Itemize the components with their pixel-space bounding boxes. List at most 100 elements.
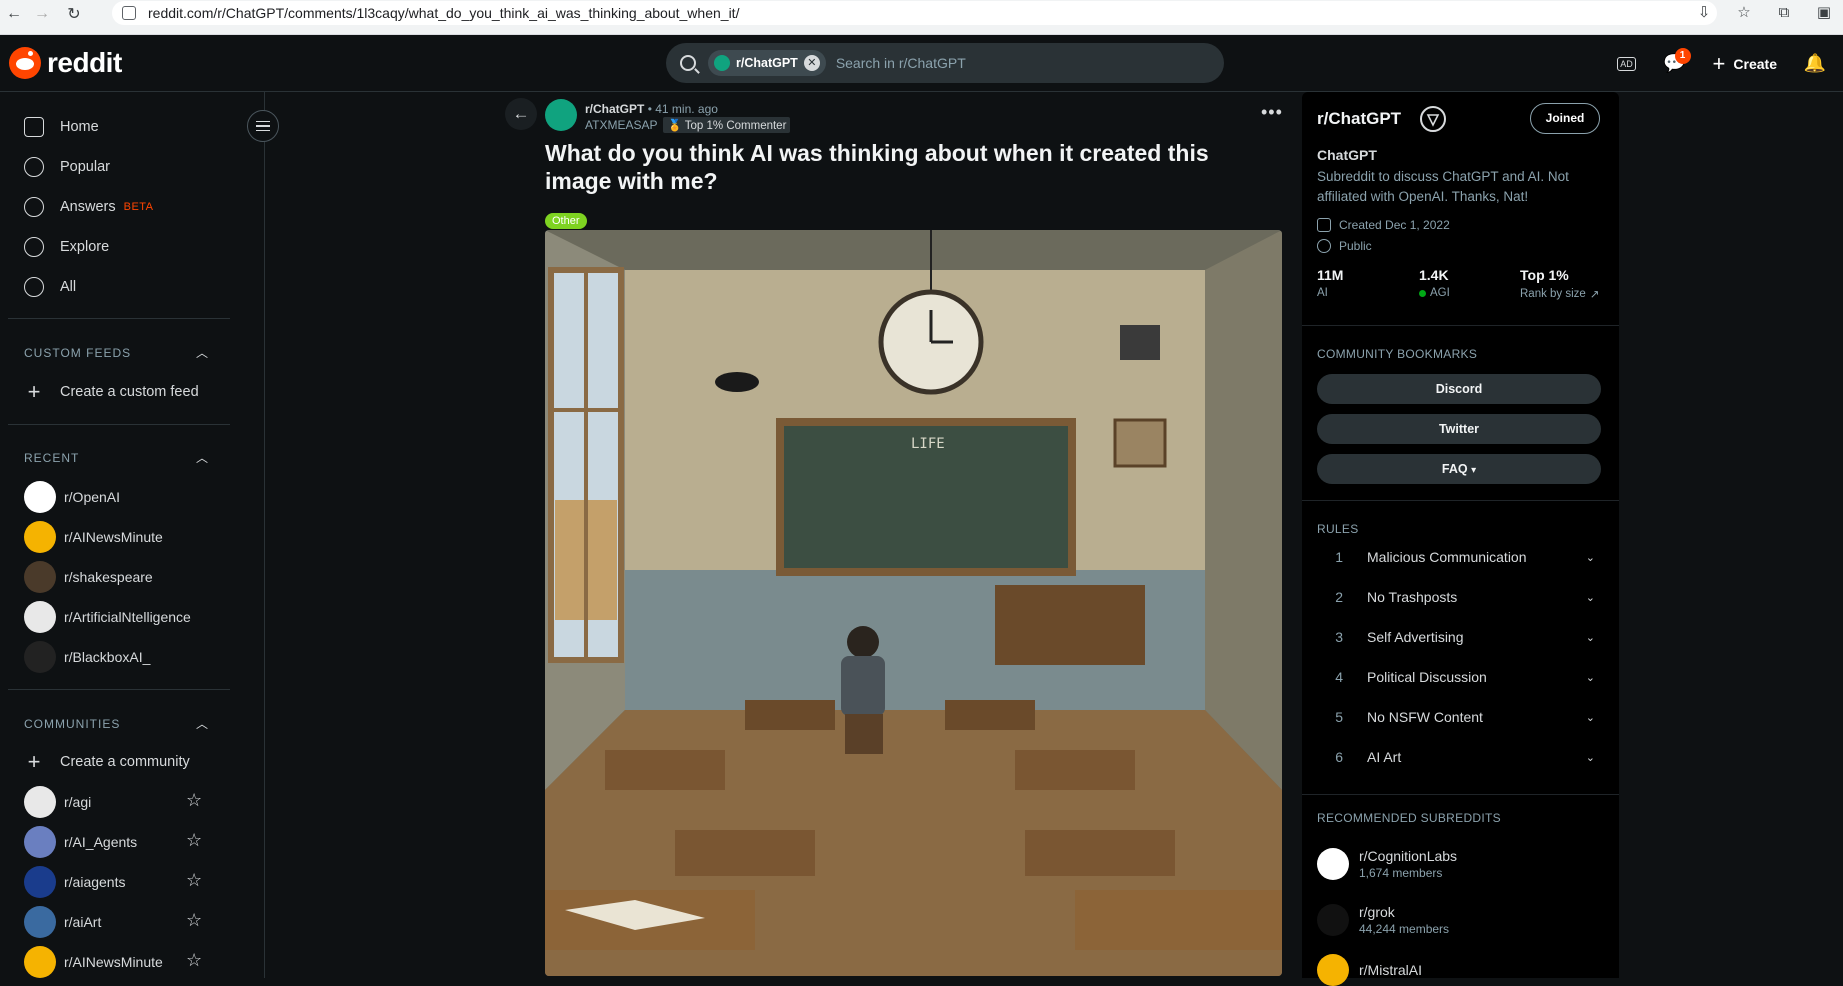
chevron-up-icon[interactable]: ︿ [196, 715, 208, 732]
search-input[interactable]: Search in r/ChatGPT [836, 55, 966, 71]
chevron-down-icon: ⌄ [1585, 751, 1595, 764]
extensions-icon[interactable]: ⧉ [1775, 4, 1793, 21]
nav-home[interactable]: Home [24, 107, 99, 147]
install-icon[interactable]: ⇩ [1695, 3, 1713, 21]
bookmark-twitter-button[interactable]: Twitter [1317, 414, 1601, 444]
recent-item[interactable]: r/OpenAI [24, 479, 120, 515]
rule-item[interactable]: 6 AI Art ⌄ [1317, 740, 1601, 774]
chevron-down-icon: ⌄ [1585, 591, 1595, 604]
rule-number: 3 [1335, 629, 1343, 645]
site-info-icon[interactable] [122, 6, 136, 20]
recommended-item[interactable]: r/grok 44,244 members [1317, 904, 1449, 936]
post-meta: r/ChatGPT • 41 min. ago [585, 102, 718, 116]
explore-icon [24, 237, 44, 257]
recent-item[interactable]: r/BlackboxAI_ [24, 639, 150, 675]
recommended-item[interactable]: r/MistralAI [1317, 954, 1422, 986]
browser-back-icon[interactable]: ← [0, 0, 28, 28]
menu-icon-line [256, 129, 270, 132]
nav-all[interactable]: All [24, 267, 76, 307]
sub-name: r/OpenAI [64, 489, 121, 505]
popular-icon [24, 157, 44, 177]
reddit-snoo-icon [9, 47, 41, 79]
cake-icon [1317, 218, 1331, 232]
reddit-logo[interactable]: reddit [9, 47, 122, 79]
user-flair: 🏅 Top 1% Commenter [663, 117, 791, 133]
stat-label-text: AGI [1430, 287, 1450, 299]
favorite-star-icon[interactable]: ☆ [186, 870, 202, 891]
address-bar[interactable]: reddit.com/r/ChatGPT/comments/1l3caqy/wh… [112, 1, 1717, 25]
create-community[interactable]: + Create a community [24, 742, 190, 782]
recent-item[interactable]: r/ArtificialNtelligence [24, 599, 191, 635]
rule-item[interactable]: 1 Malicious Communication ⌄ [1317, 540, 1601, 574]
community-item[interactable]: r/aiArt [24, 904, 101, 940]
subreddit-avatar [24, 946, 56, 978]
favorite-star-icon[interactable]: ☆ [186, 790, 202, 811]
sidebar-toggle-button[interactable] [247, 110, 279, 142]
bookmark-discord-button[interactable]: Discord [1317, 374, 1601, 404]
chevron-down-icon: ⌄ [1585, 711, 1595, 724]
rule-item[interactable]: 4 Political Discussion ⌄ [1317, 660, 1601, 694]
profile-icon[interactable]: ▣ [1815, 3, 1833, 21]
chevron-up-icon[interactable]: ︿ [196, 344, 208, 361]
advertise-icon[interactable]: AD [1609, 46, 1645, 82]
post-flair[interactable]: Other [545, 213, 587, 229]
back-button[interactable]: ← [505, 98, 537, 130]
community-item[interactable]: r/AI_Agents [24, 824, 137, 860]
chevron-up-icon[interactable]: ︿ [196, 449, 208, 466]
subreddit-avatar [1317, 954, 1349, 986]
bookmark-star-icon[interactable]: ☆ [1735, 3, 1753, 21]
recent-title[interactable]: RECENT [24, 451, 79, 465]
rule-number: 6 [1335, 749, 1343, 765]
chat-icon[interactable]: 💬 1 [1657, 46, 1693, 82]
community-item[interactable]: r/agi [24, 784, 91, 820]
clear-scope-icon[interactable]: ✕ [803, 55, 820, 71]
favorite-star-icon[interactable]: ☆ [186, 830, 202, 851]
nav-answers[interactable]: Answers BETA [24, 187, 154, 227]
recommended-name: r/CognitionLabs [1359, 848, 1458, 864]
subreddit-avatar [24, 866, 56, 898]
browser-reload-icon[interactable]: ↻ [60, 0, 88, 28]
chevron-down-icon: ⌄ [1585, 671, 1595, 684]
post-subreddit-link[interactable]: r/ChatGPT [585, 102, 644, 116]
chevron-down-icon: ⌄ [1585, 631, 1595, 644]
post-author[interactable]: ATXMEASAP [585, 118, 657, 132]
community-item[interactable]: r/aiagents [24, 864, 125, 900]
bell-icon[interactable]: 🔔 [1797, 46, 1833, 82]
chatgpt-logo-icon [1420, 106, 1446, 132]
joined-button[interactable]: Joined [1530, 103, 1600, 134]
divider [8, 689, 230, 690]
browser-forward-icon[interactable]: → [28, 0, 56, 28]
post-image[interactable]: LIFE [545, 230, 1282, 976]
rule-item[interactable]: 5 No NSFW Content ⌄ [1317, 700, 1601, 734]
rule-text: AI Art [1367, 749, 1402, 765]
favorite-star-icon[interactable]: ☆ [186, 950, 202, 971]
recent-item[interactable]: r/shakespeare [24, 559, 153, 595]
stat-label[interactable]: Rank by size ↗ [1520, 287, 1599, 301]
nav-explore[interactable]: Explore [24, 227, 109, 267]
search-bar[interactable]: r/ChatGPT ✕ Search in r/ChatGPT [666, 43, 1224, 83]
recent-item[interactable]: r/AINewsMinute [24, 519, 163, 555]
favorite-star-icon[interactable]: ☆ [186, 910, 202, 931]
subreddit-avatar[interactable] [545, 99, 577, 131]
rule-text: Self Advertising [1367, 629, 1464, 645]
all-icon [24, 277, 44, 297]
rule-item[interactable]: 2 No Trashposts ⌄ [1317, 580, 1601, 614]
nav-popular[interactable]: Popular [24, 147, 110, 187]
subreddit-avatar [24, 786, 56, 818]
recommended-members: 1,674 members [1359, 866, 1443, 880]
nav-label: Answers [60, 199, 116, 215]
bookmark-faq-button[interactable]: FAQ ▾ [1317, 454, 1601, 484]
community-name[interactable]: r/ChatGPT [1317, 109, 1401, 129]
plus-icon: + [27, 749, 41, 774]
more-options-icon[interactable]: ••• [1261, 102, 1283, 123]
communities-title[interactable]: COMMUNITIES [24, 717, 120, 731]
rule-item[interactable]: 3 Self Advertising ⌄ [1317, 620, 1601, 654]
custom-feeds-title[interactable]: CUSTOM FEEDS [24, 346, 131, 360]
create-custom-feed[interactable]: + Create a custom feed [24, 372, 199, 412]
recommended-item[interactable]: r/CognitionLabs 1,674 members [1317, 848, 1457, 880]
sub-name: r/AINewsMinute [64, 954, 163, 970]
search-scope-chip: r/ChatGPT ✕ [708, 50, 826, 76]
create-button[interactable]: + Create [1705, 51, 1785, 77]
sub-name: r/BlackboxAI_ [64, 649, 151, 665]
community-item[interactable]: r/AINewsMinute [24, 944, 163, 980]
